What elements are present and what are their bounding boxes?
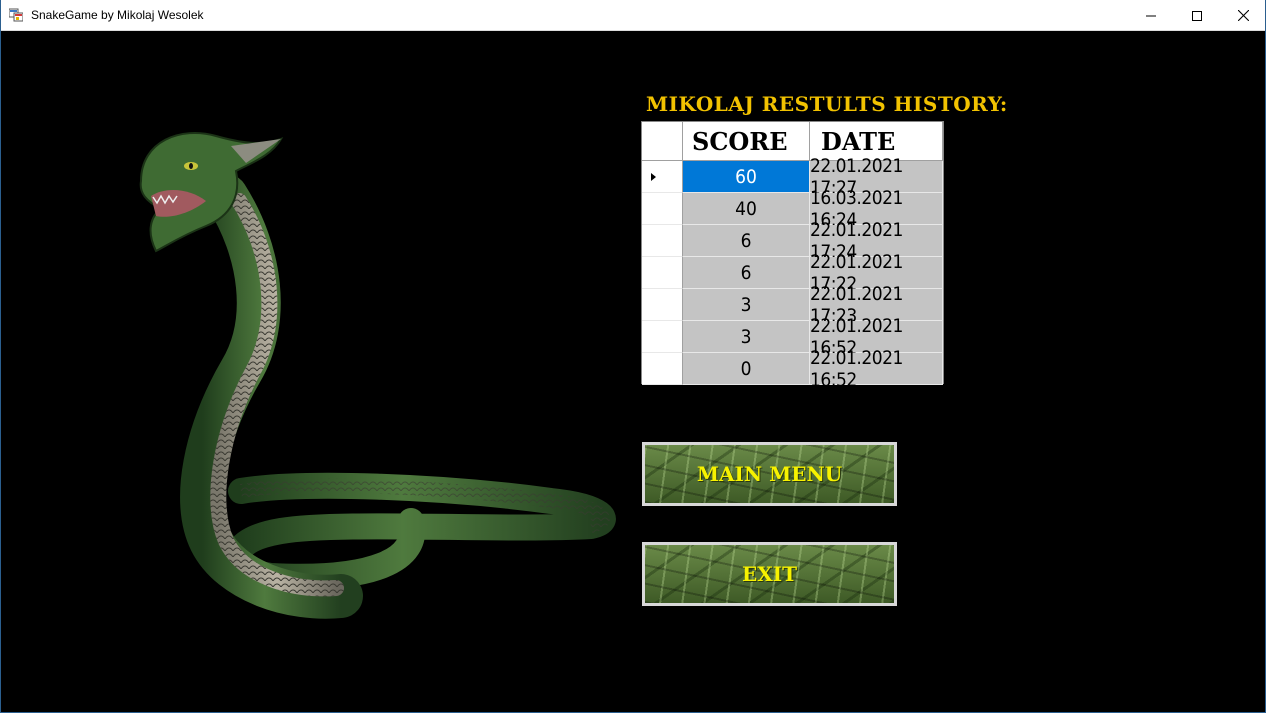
score-cell[interactable]: 3 [683,321,810,353]
row-header[interactable] [642,193,683,225]
exit-label: EXIT [742,562,797,586]
row-header[interactable] [642,161,683,193]
row-header[interactable] [642,321,683,353]
column-header-score[interactable]: SCORE [683,122,810,161]
score-cell[interactable]: 6 [683,257,810,289]
row-header[interactable] [642,353,683,385]
row-header[interactable] [642,289,683,321]
score-cell[interactable]: 6 [683,225,810,257]
minimize-icon [1146,15,1156,16]
game-window-content: MIKOLAJ RESTULTS HISTORY: SCORE DATE 60 … [1,31,1265,712]
score-cell[interactable]: 3 [683,289,810,321]
snake-illustration [139,132,616,619]
results-history-title: MIKOLAJ RESTULTS HISTORY: [646,92,1008,116]
main-menu-label: MAIN MENU [696,462,843,486]
exit-button[interactable]: EXIT [642,542,897,606]
minimize-button[interactable] [1128,0,1174,31]
date-cell[interactable]: 22.01.2021 16:52 [810,347,943,391]
maximize-button[interactable] [1174,0,1220,31]
close-button[interactable] [1220,0,1266,31]
results-grid[interactable]: SCORE DATE 60 22.01.2021 17:27 40 16.03.… [641,121,944,391]
score-cell[interactable]: 60 [683,161,810,193]
grid-corner-header[interactable] [642,122,683,161]
main-menu-button[interactable]: MAIN MENU [642,442,897,506]
app-icon [9,8,23,22]
window-title: SnakeGame by Mikolaj Wesolek [31,8,204,22]
current-row-arrow-icon [650,172,656,181]
row-header[interactable] [642,257,683,289]
row-header[interactable] [642,225,683,257]
score-cell[interactable]: 40 [683,193,810,225]
table-row[interactable]: 0 22.01.2021 16:52 [642,347,943,391]
maximize-icon [1192,10,1202,21]
close-icon [1237,10,1249,21]
score-cell[interactable]: 0 [683,353,810,385]
title-bar[interactable]: SnakeGame by Mikolaj Wesolek [0,0,1266,31]
